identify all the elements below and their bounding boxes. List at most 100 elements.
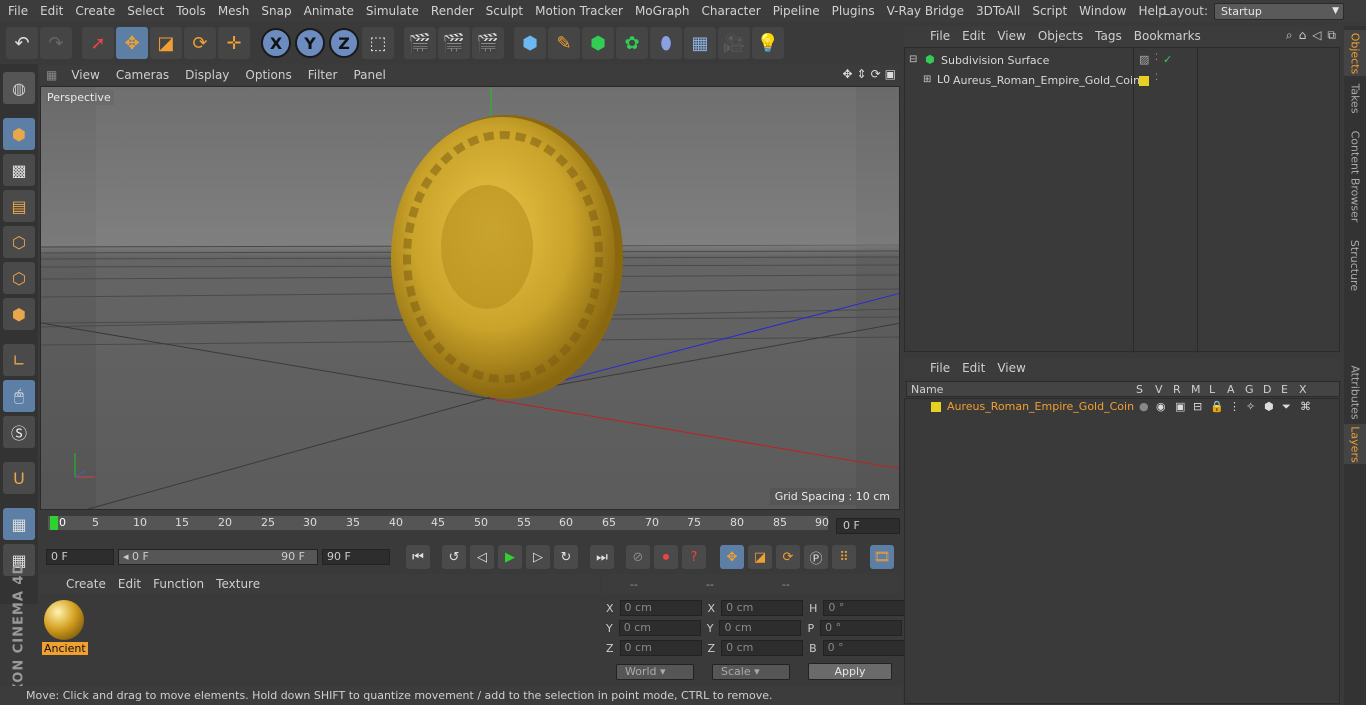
pan-icon[interactable]: ✥: [842, 67, 852, 81]
layer-name[interactable]: Aureus_Roman_Empire_Gold_Coin: [947, 400, 1134, 413]
move-tool-button[interactable]: ✥: [116, 27, 148, 59]
motion-record-button[interactable]: ⊘: [626, 545, 650, 569]
menu-character[interactable]: Character: [695, 4, 766, 18]
om-menu-file[interactable]: File: [924, 29, 956, 43]
viewport-menu-display[interactable]: Display: [177, 68, 237, 82]
layer-toggle-icon[interactable]: ▨: [1139, 53, 1149, 66]
om-menu-objects[interactable]: Objects: [1032, 29, 1089, 43]
live-selection-button[interactable]: ➚: [82, 27, 114, 59]
layer-color-swatch[interactable]: [931, 402, 941, 412]
om-menu-tags[interactable]: Tags: [1089, 29, 1128, 43]
next-frame-button[interactable]: ▷: [526, 545, 550, 569]
material-swatch[interactable]: Ancient: [40, 594, 90, 658]
start-frame-field[interactable]: 0 F: [46, 549, 114, 565]
rotation-b-field[interactable]: 0 °: [822, 640, 905, 656]
camera-button[interactable]: 🎥: [718, 27, 750, 59]
position-y-field[interactable]: 0 cm: [618, 620, 701, 636]
object-row-coin[interactable]: ⊞ L0 Aureus_Roman_Empire_Gold_Coin ⁚: [905, 71, 1341, 91]
workplane-mode-button[interactable]: ▤: [3, 190, 35, 222]
menu-sculpt[interactable]: Sculpt: [480, 4, 529, 18]
menu-simulate[interactable]: Simulate: [360, 4, 425, 18]
visibility-dots-icon[interactable]: ⁚: [1155, 53, 1158, 63]
lock-icon[interactable]: 🔒: [1210, 400, 1224, 413]
expressions-icon[interactable]: ⏷: [1282, 400, 1291, 414]
om-menu-bookmarks[interactable]: Bookmarks: [1128, 29, 1207, 43]
coordinate-mode-dropdown[interactable]: World ▾: [616, 663, 694, 680]
coordinate-system-button[interactable]: ⬚: [362, 27, 394, 59]
generators-icon[interactable]: ✧: [1246, 400, 1255, 413]
go-to-start-button[interactable]: ⏮: [406, 545, 430, 569]
viewport-menu-view[interactable]: View: [63, 68, 107, 82]
solo-dot-icon[interactable]: ●: [1139, 400, 1149, 413]
tab-content-browser[interactable]: Content Browser: [1344, 120, 1366, 232]
play-button[interactable]: ▶: [498, 545, 522, 569]
viewport-menu-filter[interactable]: Filter: [300, 68, 346, 82]
points-mode-button[interactable]: ⬡: [3, 226, 35, 258]
size-z-field[interactable]: 0 cm: [721, 640, 804, 656]
key-rotation-button[interactable]: ⟳: [776, 545, 800, 569]
current-frame-field[interactable]: 0 F: [836, 518, 900, 534]
deformers-icon[interactable]: ⬢: [1264, 400, 1274, 413]
tab-attributes[interactable]: Attributes: [1344, 362, 1366, 422]
texture-mode-button[interactable]: ▩: [3, 154, 35, 186]
frame-range-slider[interactable]: ◂ 0 F 90 F: [118, 549, 318, 565]
previous-frame-button[interactable]: ◁: [470, 545, 494, 569]
lm-menu-edit[interactable]: Edit: [956, 361, 991, 375]
model-mode-button[interactable]: ⬢: [3, 118, 35, 150]
light-button[interactable]: 💡: [752, 27, 784, 59]
timeline-window-button[interactable]: 🎞: [870, 545, 894, 569]
menu-create[interactable]: Create: [69, 4, 121, 18]
layout-select[interactable]: Startup ▼: [1214, 2, 1344, 20]
undo-button[interactable]: ↶: [6, 27, 38, 59]
size-mode-dropdown[interactable]: Scale ▾: [712, 663, 790, 680]
apply-button[interactable]: Apply: [808, 663, 892, 680]
eye-icon[interactable]: ◉: [1156, 400, 1166, 413]
menu-mograph[interactable]: MoGraph: [629, 4, 696, 18]
size-y-field[interactable]: 0 cm: [719, 620, 802, 636]
lm-menu-view[interactable]: View: [991, 361, 1031, 375]
rotation-p-field[interactable]: 0 °: [820, 620, 903, 636]
menu-script[interactable]: Script: [1026, 4, 1073, 18]
end-frame-field[interactable]: 90 F: [322, 549, 390, 565]
snap-button[interactable]: U: [3, 462, 35, 494]
menu-edit[interactable]: Edit: [34, 4, 69, 18]
menu-plugins[interactable]: Plugins: [826, 4, 881, 18]
menu-mesh[interactable]: Mesh: [212, 4, 256, 18]
tab-structure[interactable]: Structure: [1344, 234, 1366, 296]
solo-button[interactable]: Ⓢ: [3, 416, 35, 448]
material-menu-edit[interactable]: Edit: [112, 577, 147, 591]
cube-button[interactable]: ⬢: [514, 27, 546, 59]
make-editable-button[interactable]: ◍: [3, 72, 35, 104]
mograph-cloner-button[interactable]: ✿: [616, 27, 648, 59]
menu-render[interactable]: Render: [425, 4, 480, 18]
workplane-lock-button[interactable]: ▦: [3, 508, 35, 540]
key-scale-button[interactable]: ◪: [748, 545, 772, 569]
menu-tools[interactable]: Tools: [170, 4, 212, 18]
previous-key-button[interactable]: ↺: [442, 545, 466, 569]
om-menu-edit[interactable]: Edit: [956, 29, 991, 43]
collapse-icon[interactable]: ⊟: [909, 54, 917, 65]
polygons-mode-button[interactable]: ⬢: [3, 298, 35, 330]
xref-icon[interactable]: ⌘: [1300, 400, 1311, 413]
tab-takes[interactable]: Takes: [1344, 78, 1366, 118]
rotate-tool-button[interactable]: ⟳: [184, 27, 216, 59]
tab-layers[interactable]: Layers: [1344, 424, 1366, 464]
playhead[interactable]: [50, 516, 58, 530]
redo-button[interactable]: ↷: [40, 27, 72, 59]
scale-tool-button[interactable]: ◪: [150, 27, 182, 59]
size-x-field[interactable]: 0 cm: [721, 600, 804, 616]
menu-pipeline[interactable]: Pipeline: [767, 4, 826, 18]
object-row-subdivision-surface[interactable]: ⊟ ⬢ Subdivision Surface ▨ ⁚ ✓: [905, 51, 1341, 71]
deformer-button[interactable]: ⬮: [650, 27, 682, 59]
x-axis-button[interactable]: X: [260, 27, 292, 59]
position-z-field[interactable]: 0 cm: [619, 640, 702, 656]
animation-icon[interactable]: ⋮: [1229, 400, 1240, 413]
material-menu-create[interactable]: Create: [60, 577, 112, 591]
back-icon[interactable]: ◁: [1312, 28, 1321, 43]
edges-mode-button[interactable]: ⬡: [3, 262, 35, 294]
toggle-view-icon[interactable]: ▣: [885, 67, 896, 81]
tab-objects[interactable]: Objects: [1344, 30, 1366, 76]
y-axis-button[interactable]: Y: [294, 27, 326, 59]
om-menu-view[interactable]: View: [991, 29, 1031, 43]
menu-file[interactable]: File: [2, 4, 34, 18]
